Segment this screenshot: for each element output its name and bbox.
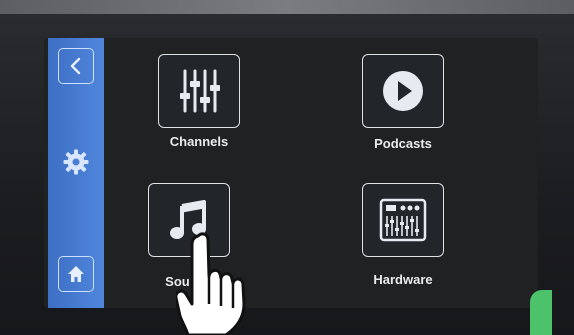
touch-screen: Channels Podcasts Sounds Hardware: [44, 38, 538, 308]
sidebar: [48, 38, 104, 308]
home-button[interactable]: [58, 256, 94, 292]
mixer-icon: [379, 198, 427, 242]
podcasts-tile[interactable]: [362, 54, 444, 128]
hardware-tile[interactable]: [362, 183, 444, 257]
settings-button[interactable]: [62, 148, 90, 181]
chevron-left-icon: [70, 57, 81, 75]
channels-tile[interactable]: [158, 54, 240, 128]
podcasts-label: Podcasts: [374, 136, 432, 151]
background-wall: [0, 0, 574, 14]
back-button[interactable]: [58, 48, 94, 84]
device-light: [530, 290, 552, 335]
hardware-label: Hardware: [373, 272, 433, 287]
channels-label: Channels: [169, 134, 229, 149]
gear-icon: [63, 149, 89, 175]
play-icon: [383, 71, 423, 111]
hand-pointer-icon: [176, 232, 246, 335]
sliders-icon: [180, 69, 220, 113]
home-icon: [68, 266, 84, 282]
